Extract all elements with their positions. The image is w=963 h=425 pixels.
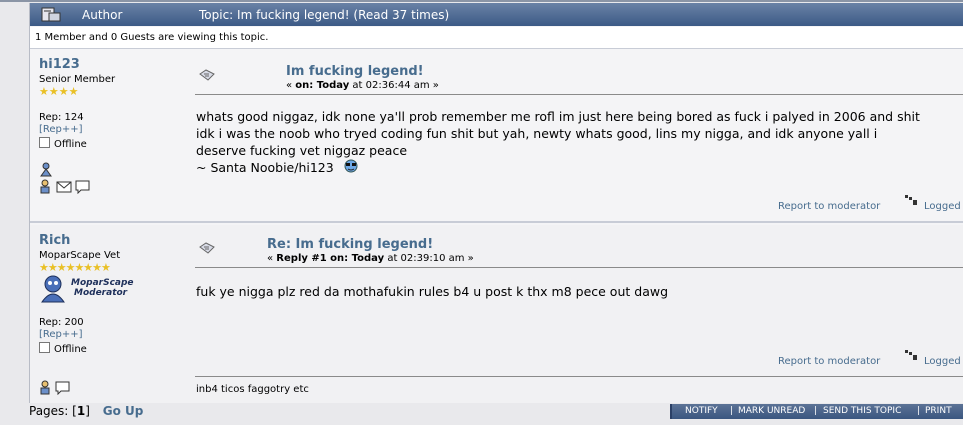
post-1-user-title: Senior Member [39,74,116,85]
pagination: Pages: [1] Go Up [29,404,143,418]
viewing-text: 1 Member and 0 Guests are viewing this t… [35,32,269,43]
post-1-body-line: ~ Santa Noobie/hi123 [196,159,956,176]
post-2-ip-icon [905,350,917,360]
send-topic-button[interactable]: SEND THIS TOPIC [823,406,901,416]
button-divider: | [730,406,734,416]
current-page[interactable]: 1 [77,404,85,418]
moderator-badge: MoparScape Moderator [39,274,134,306]
post-1-divider [195,94,963,95]
post-2-username[interactable]: Rich [39,233,70,248]
post-2-body: fuk ye nigga plz red da mothafukin rules… [196,283,956,300]
post-2-message-icon [199,242,215,254]
moderator-badge-icon [41,275,65,303]
post-1-report-link[interactable]: Report to moderator [778,201,880,212]
pm-icon[interactable] [75,180,90,195]
go-up-link[interactable]: Go Up [103,404,144,418]
post-1-date: « on: Today at 02:36:44 am » [286,80,439,91]
post-1-body-line: whats good niggaz, idk none ya'll prob r… [196,109,920,124]
author-column-label: Author [82,8,123,22]
post-2-rep-link[interactable]: [Rep++] [39,329,83,340]
post-1-ip-icon [905,195,917,205]
topic-icon [41,7,61,22]
offline-icon [39,342,50,353]
post-2-logged: Logged [924,356,961,367]
post-1: hi123 Senior Member ★★★★ Rep: 124 [Rep++… [30,49,963,221]
post-2-reputation: Rep: 200 [39,317,84,328]
moderator-badge-text: MoparScape Moderator [71,278,134,298]
offline-icon [39,137,50,148]
topic-header-bar: Author Topic: Im fucking legend! (Read 3… [30,3,963,26]
mark-unread-button[interactable]: MARK UNREAD [738,406,805,416]
post-1-subject[interactable]: Im fucking legend! [286,64,424,79]
post-1-status-text: Offline [54,139,87,150]
cool-smiley-icon [344,159,358,173]
post-2-user-title: MoparScape Vet [39,250,121,261]
pages-label: Pages: [1] [29,404,90,418]
button-divider: | [814,406,818,416]
post-2-status-text: Offline [54,344,87,355]
post-2: Rich MoparScape Vet ★★★★★★★★ MoparScape … [30,225,963,403]
print-button[interactable]: PRINT [925,406,952,416]
post-2-date: « Reply #1 on: Today at 02:39:10 am » [267,253,474,264]
post-1-username[interactable]: hi123 [39,57,80,72]
post-1-body-line: idk i was the noob who tryed coding fun … [196,126,878,141]
post-1-body-line: deserve fucking vet niggaz peace [196,143,408,158]
profile-icon[interactable] [40,380,50,395]
post-1-body: whats good niggaz, idk none ya'll prob r… [196,108,956,176]
topic-container: Author Topic: Im fucking legend! (Read 3… [29,3,963,403]
post-2-body-line: fuk ye nigga plz red da mothafukin rules… [196,284,669,299]
button-divider: | [917,406,921,416]
post-1-message-icon [199,69,215,81]
post-2-contact-icons [39,379,73,398]
signature-divider [195,376,963,377]
post-1-logged: Logged [924,201,961,212]
notify-button[interactable]: NOTIFY [685,406,718,416]
email-icon[interactable] [56,181,72,193]
post-1-reputation: Rep: 124 [39,112,84,123]
post-1-rep-link[interactable]: [Rep++] [39,124,83,135]
top-strip [0,0,963,2]
post-2-divider [195,267,963,268]
post-2-rank-stars: ★★★★★★★★ [39,261,111,274]
pm-icon[interactable] [55,381,70,396]
viewing-status: 1 Member and 0 Guests are viewing this t… [30,27,963,49]
post-2-subject[interactable]: Re: Im fucking legend! [267,237,433,252]
post-2-report-link[interactable]: Report to moderator [778,356,880,367]
post-2-online-status: Offline [39,342,87,355]
post-1-rank-stars: ★★★★ [39,85,79,98]
post-2-signature: inb4 ticos faggotry etc [196,384,309,395]
post-1-online-status: Offline [39,137,87,150]
profile-icon[interactable] [40,179,50,194]
topic-title: Topic: Im fucking legend! (Read 37 times… [199,8,450,22]
topic-buttons-bar: NOTIFY | MARK UNREAD | SEND THIS TOPIC |… [670,404,963,419]
post-separator [30,221,963,223]
post-1-contact-icons [39,178,91,197]
